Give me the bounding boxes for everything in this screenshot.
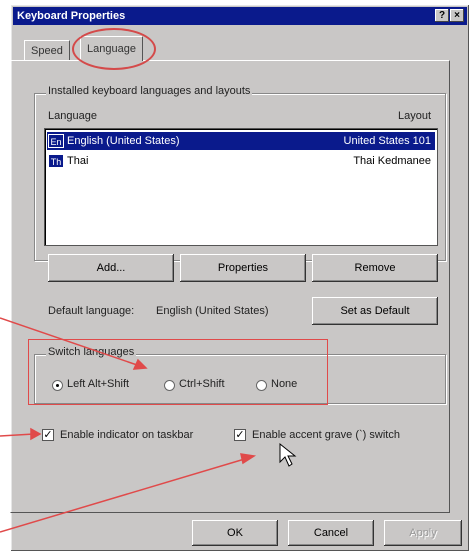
tab-speed[interactable]: Speed xyxy=(24,40,70,61)
language-flag-icon: En xyxy=(48,134,64,148)
close-button[interactable]: × xyxy=(450,9,464,22)
apply-button: Apply xyxy=(384,520,462,546)
tab-highlight-ellipse xyxy=(72,28,156,70)
add-button[interactable]: Add... xyxy=(48,254,174,282)
window-title: Keyboard Properties xyxy=(17,10,126,22)
set-as-default-button[interactable]: Set as Default xyxy=(312,297,438,325)
default-language-label: Default language: xyxy=(48,305,135,317)
enable-indicator-label[interactable]: Enable indicator on taskbar xyxy=(60,429,193,441)
properties-button[interactable]: Properties xyxy=(180,254,306,282)
default-language-value: English (United States) xyxy=(156,305,269,317)
enable-accent-grave-label[interactable]: Enable accent grave (`) switch xyxy=(252,429,400,441)
languages-listbox[interactable]: En English (United States) United States… xyxy=(44,128,438,246)
language-layout: Thai Kedmanee xyxy=(353,155,431,167)
help-button[interactable]: ? xyxy=(435,9,449,22)
language-name: English (United States) xyxy=(67,135,180,147)
title-bar: Keyboard Properties ? × xyxy=(13,7,467,25)
language-flag-icon: Th xyxy=(48,154,64,168)
enable-accent-grave-checkbox[interactable]: ✓ xyxy=(234,429,246,441)
remove-button[interactable]: Remove xyxy=(312,254,438,282)
installed-languages-label: Installed keyboard languages and layouts xyxy=(46,85,253,97)
enable-indicator-checkbox[interactable]: ✓ xyxy=(42,429,54,441)
list-item[interactable]: En English (United States) United States… xyxy=(47,132,435,150)
list-item[interactable]: Th Thai Thai Kedmanee xyxy=(47,152,435,170)
switch-languages-highlight-box xyxy=(28,339,328,405)
language-column-header: Language xyxy=(48,110,97,122)
layout-column-header: Layout xyxy=(398,110,432,122)
language-layout: United States 101 xyxy=(343,135,431,147)
language-name: Thai xyxy=(67,155,89,167)
cancel-button[interactable]: Cancel xyxy=(288,520,374,546)
ok-button[interactable]: OK xyxy=(192,520,278,546)
